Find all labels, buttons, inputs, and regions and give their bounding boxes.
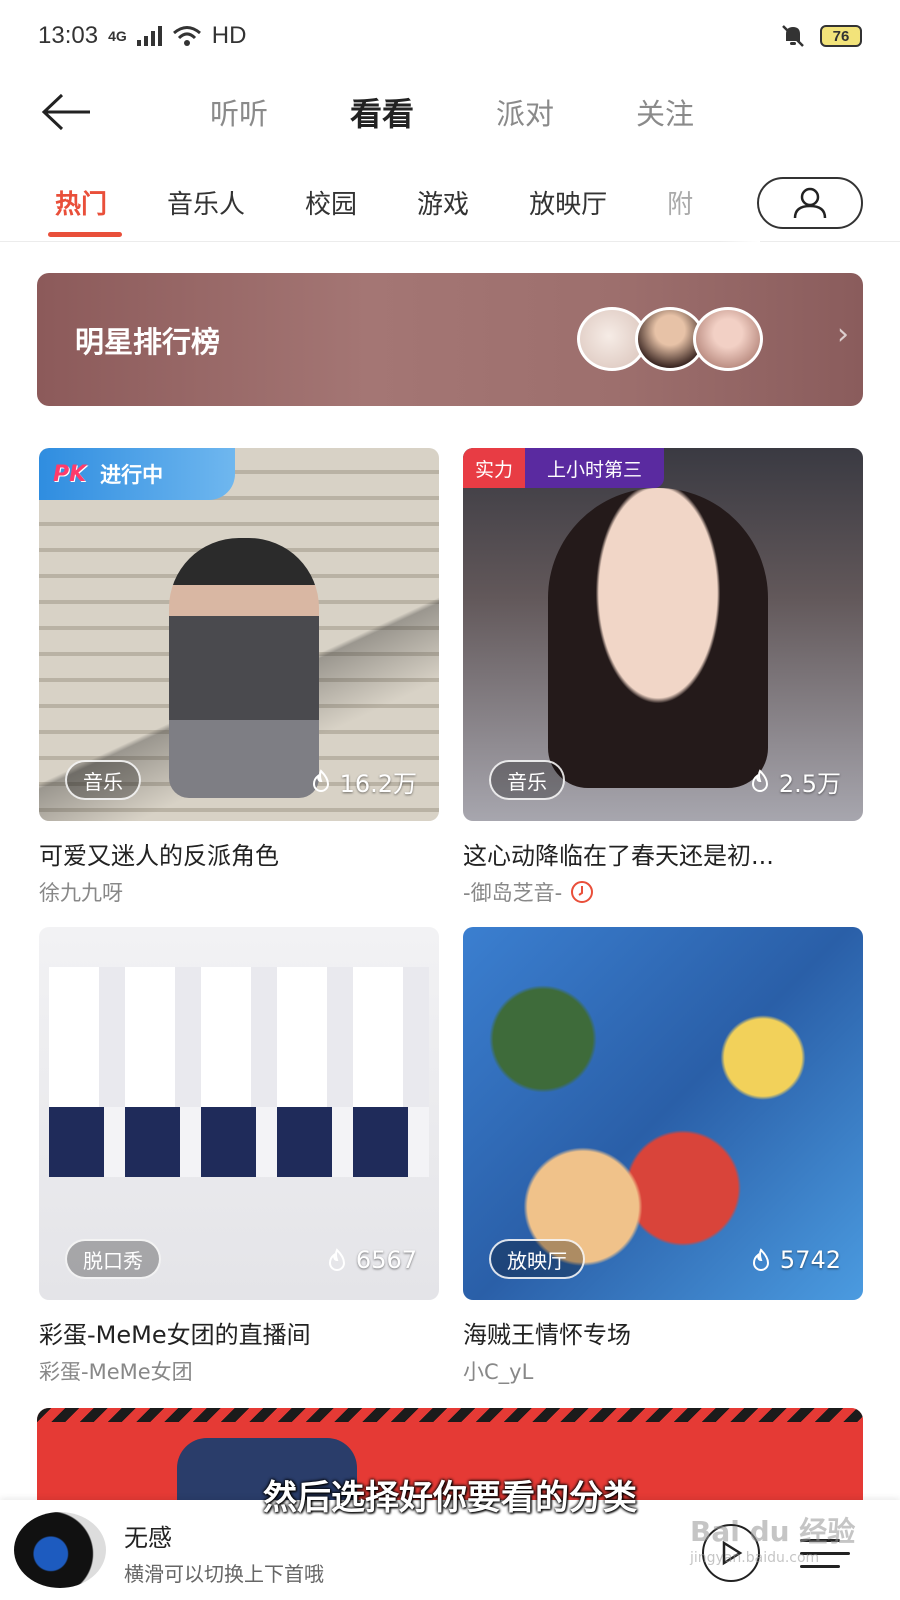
live-room-card[interactable]: 脱口秀 6567 彩蛋-MeMe女团的直播间 彩蛋-MeMe女团 <box>39 927 439 1386</box>
watermark-brand: Bai du 经验 <box>690 1515 856 1548</box>
chevron-right-icon: › <box>837 317 849 352</box>
tab-party[interactable]: 派对 <box>496 91 554 133</box>
song-title: 无感 <box>124 1524 172 1552</box>
room-thumbnail[interactable]: 脱口秀 6567 <box>39 927 439 1300</box>
room-host: 徐九九呀 <box>39 877 439 907</box>
live-room-card[interactable]: 实力 上小时第三 音乐 2.5万 这心动降临在了春天还是初... -御岛芝音- <box>463 448 863 907</box>
flame-icon <box>751 769 768 792</box>
album-cover[interactable] <box>14 1512 106 1588</box>
flame-icon <box>312 769 329 792</box>
category-tab-musician[interactable]: 音乐人 <box>167 184 245 221</box>
avatar <box>693 307 763 371</box>
wifi-icon <box>172 26 201 46</box>
live-room-card[interactable]: 放映厅 5742 海贼王情怀专场 小C_yL <box>463 927 863 1386</box>
category-tab-more[interactable]: 附 <box>667 184 693 221</box>
room-host: -御岛芝音- <box>463 877 863 907</box>
host-name: 徐九九呀 <box>39 881 123 905</box>
heat-value: 5742 <box>779 1246 841 1274</box>
heat-count: 2.5万 <box>749 761 841 801</box>
room-title: 这心动降临在了春天还是初... <box>463 842 774 870</box>
host-name: -御岛芝音- <box>463 881 563 905</box>
host-name: 彩蛋-MeMe女团 <box>39 1360 193 1384</box>
tab-listen[interactable]: 听听 <box>210 91 268 133</box>
heat-count: 16.2万 <box>310 761 417 801</box>
hd-label: HD <box>211 22 247 49</box>
room-thumbnail[interactable]: PK 进行中 音乐 16.2万 <box>39 448 439 821</box>
room-title: 可爱又迷人的反派角色 <box>39 842 279 870</box>
category-tag: 放映厅 <box>489 1239 585 1279</box>
category-tabs: 热门 音乐人 校园 游戏 放映厅 附 <box>55 162 755 242</box>
arrow-left-icon <box>41 93 90 131</box>
pk-badge: PK 进行中 <box>39 448 235 500</box>
star-ranking-banner[interactable]: 明星排行榜 › <box>37 273 863 406</box>
back-button[interactable] <box>40 88 96 136</box>
rank-label: 实力 <box>463 448 526 488</box>
banner-title: 明星排行榜 <box>75 324 221 359</box>
ranking-avatars <box>577 307 763 371</box>
tabs-fade <box>720 162 760 242</box>
heat-count: 6567 <box>326 1240 417 1280</box>
category-tab-game[interactable]: 游戏 <box>417 184 469 221</box>
live-room-card[interactable]: PK 进行中 音乐 16.2万 可爱又迷人的反派角色 徐九九呀 <box>39 448 439 907</box>
host-name: 小C_yL <box>463 1360 534 1384</box>
flame-icon <box>328 1248 345 1271</box>
room-title: 海贼王情怀专场 <box>463 1321 631 1349</box>
baidu-watermark: Bai du 经验 jingyan.baidu.com <box>690 1510 855 1566</box>
tab-follow[interactable]: 关注 <box>636 91 694 133</box>
network-type: 4G <box>108 28 127 44</box>
watermark-url: jingyan.baidu.com <box>690 1550 820 1566</box>
player-hint: 横滑可以切换上下首哦 <box>124 1562 324 1586</box>
category-tab-hot[interactable]: 热门 <box>55 184 107 221</box>
battery-indicator: 76 <box>820 25 862 47</box>
signal-icon <box>136 26 162 46</box>
room-thumbnail[interactable]: 放映厅 5742 <box>463 927 863 1300</box>
mute-bell-icon <box>782 25 804 47</box>
room-host: 小C_yL <box>463 1356 863 1386</box>
category-tag: 脱口秀 <box>65 1239 161 1279</box>
flame-icon <box>752 1248 769 1271</box>
room-thumbnail[interactable]: 实力 上小时第三 音乐 2.5万 <box>463 448 863 821</box>
heat-value: 6567 <box>355 1246 417 1274</box>
active-tab-indicator <box>48 232 122 237</box>
main-tabs: 听听 看看 派对 关注 <box>210 72 776 152</box>
heat-value: 16.2万 <box>339 769 417 798</box>
profile-button[interactable] <box>757 177 863 229</box>
room-title: 彩蛋-MeMe女团的直播间 <box>39 1321 311 1349</box>
tab-watch[interactable]: 看看 <box>350 89 414 135</box>
rank-badge: 实力 上小时第三 <box>463 448 665 488</box>
user-icon <box>793 187 827 219</box>
pk-logo: PK <box>53 461 87 487</box>
music-disc-icon <box>571 881 594 903</box>
status-bar: 13:03 4G HD 76 <box>0 0 900 72</box>
status-time: 13:03 <box>38 22 99 49</box>
category-bar: 热门 音乐人 校园 游戏 放映厅 附 <box>0 162 900 242</box>
top-header: 听听 看看 派对 关注 <box>0 72 900 152</box>
heat-count: 5742 <box>750 1240 841 1280</box>
heat-value: 2.5万 <box>778 769 841 798</box>
category-tab-cinema[interactable]: 放映厅 <box>529 184 607 221</box>
category-tag: 音乐 <box>489 760 565 800</box>
pk-status: 进行中 <box>100 463 164 487</box>
room-host: 彩蛋-MeMe女团 <box>39 1356 439 1386</box>
category-tab-campus[interactable]: 校园 <box>305 184 357 221</box>
category-tag: 音乐 <box>65 760 141 800</box>
rank-position: 上小时第三 <box>525 448 665 488</box>
